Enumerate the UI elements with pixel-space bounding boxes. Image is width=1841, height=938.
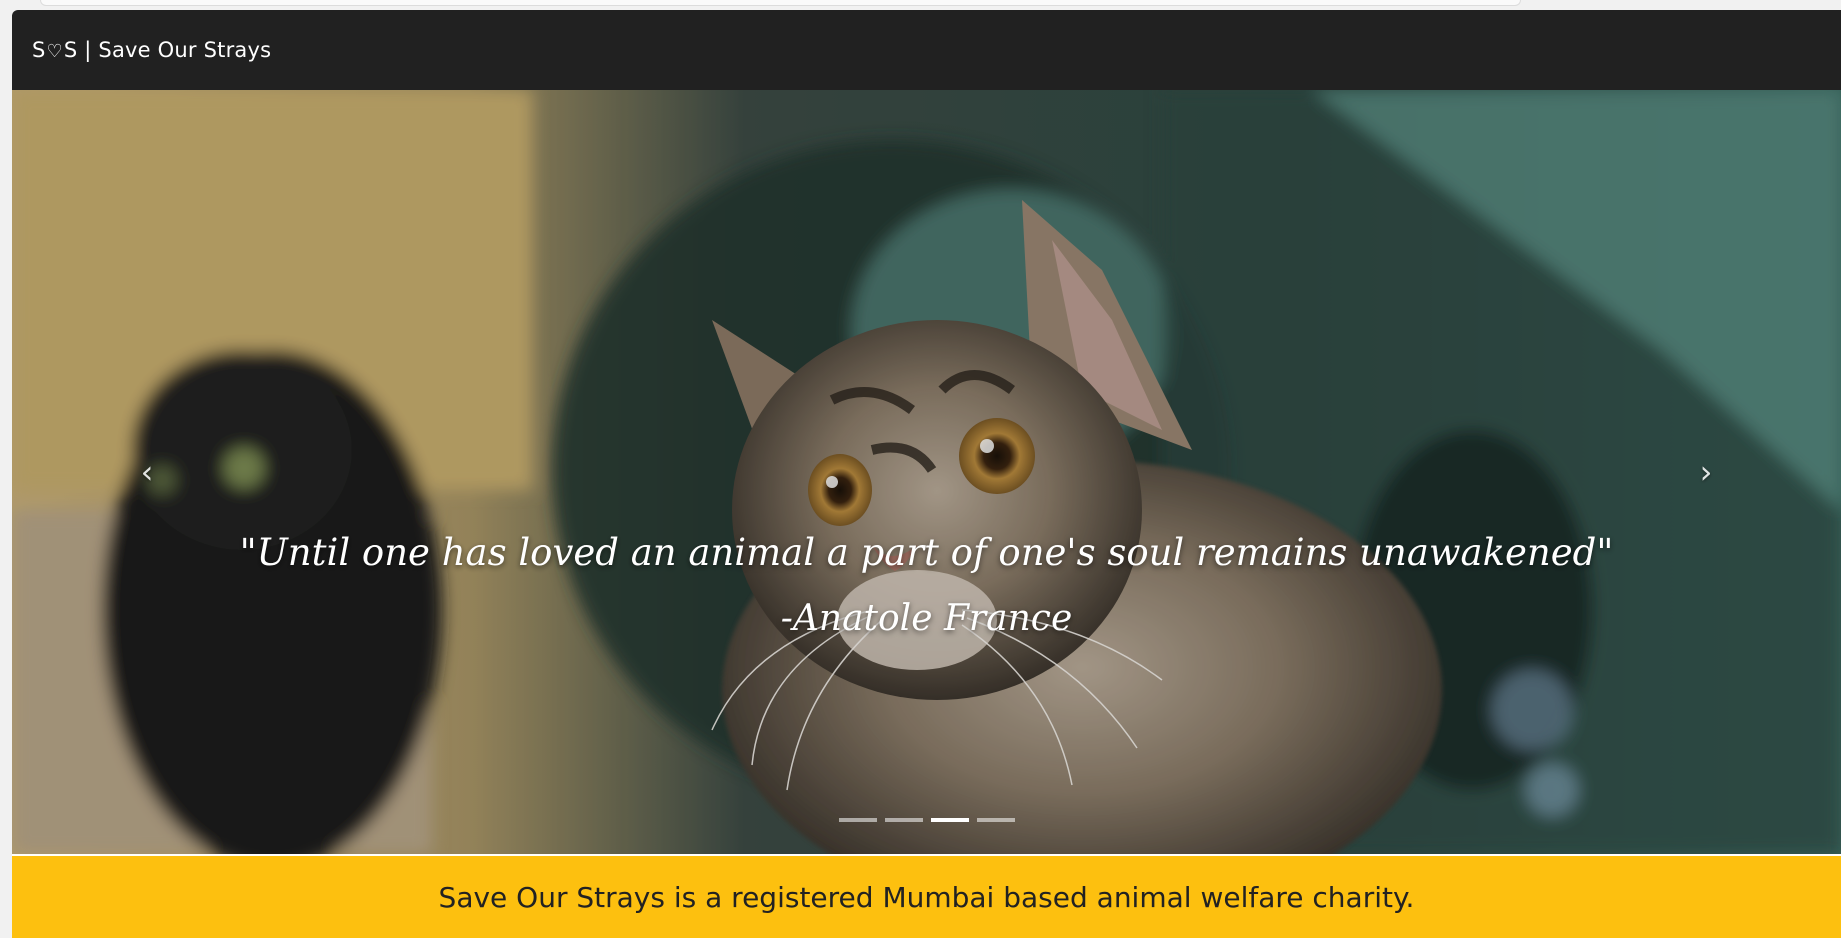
carousel-caption: "Until one has loved an animal a part of…: [12, 525, 1841, 643]
brand-link[interactable]: S♡S | Save Our Strays: [32, 38, 271, 62]
charity-banner: Save Our Strays is a registered Mumbai b…: [12, 856, 1841, 938]
kitten-photo: [12, 90, 1841, 854]
carousel-next-button[interactable]: ›: [1571, 90, 1841, 854]
navbar: S♡S | Save Our Strays: [12, 10, 1841, 90]
banner-text: Save Our Strays is a registered Mumbai b…: [438, 880, 1415, 914]
browser-top-strip: [0, 0, 1841, 10]
carousel-indicator[interactable]: [838, 818, 877, 822]
carousel-indicator[interactable]: [930, 818, 969, 822]
carousel-indicators: [12, 818, 1841, 822]
carousel-indicator[interactable]: [976, 818, 1015, 822]
heart-icon: ♡: [46, 41, 63, 62]
caption-author: -Anatole France: [780, 598, 1073, 639]
chevron-left-icon: ‹: [140, 453, 154, 491]
caption-quote: "Until one has loved an animal a part of…: [239, 531, 1614, 574]
page: S♡S | Save Our Strays ‹ › "Until one has…: [12, 10, 1841, 938]
brand-prefix: S: [32, 38, 46, 62]
carousel-prev-button[interactable]: ‹: [12, 90, 282, 854]
hero-carousel: ‹ › "Until one has loved an animal a par…: [12, 90, 1841, 854]
browser-frame-edge: [40, 0, 1521, 6]
brand-name: S | Save Our Strays: [63, 38, 272, 62]
carousel-indicator[interactable]: [884, 818, 923, 822]
chevron-right-icon: ›: [1699, 453, 1713, 491]
